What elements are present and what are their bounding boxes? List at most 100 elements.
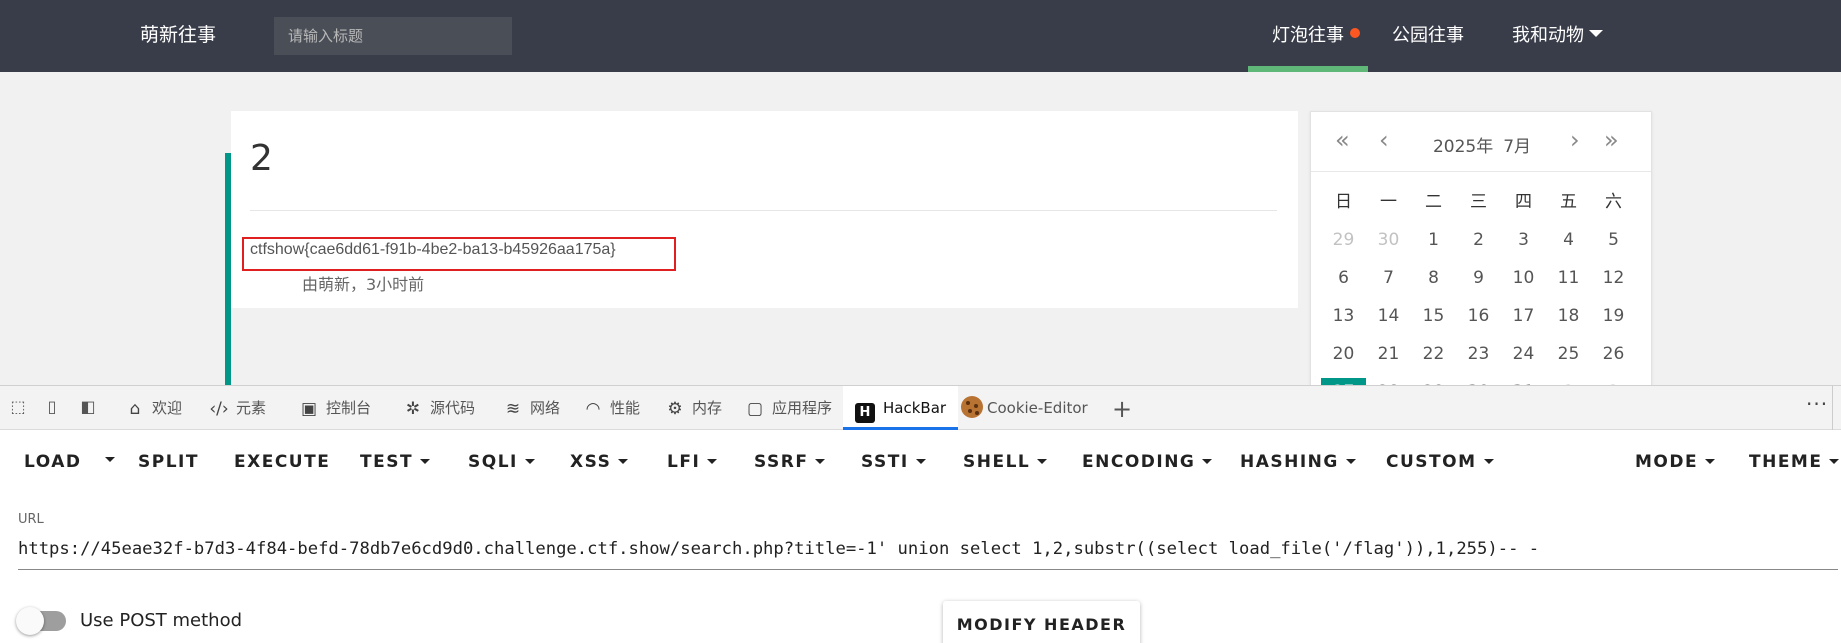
- chevron-down-icon: [1345, 459, 1356, 464]
- calendar-day[interactable]: 6: [1321, 264, 1366, 302]
- theme-menu[interactable]: THEME: [1749, 452, 1840, 472]
- tab-console[interactable]: ▣ 控制台: [298, 386, 371, 430]
- calendar-day[interactable]: 14: [1366, 302, 1411, 340]
- calendar-day[interactable]: 9: [1456, 264, 1501, 302]
- tab-elements[interactable]: ‹/› 元素: [208, 386, 266, 430]
- chevron-down-icon: [618, 459, 629, 464]
- calendar-day[interactable]: 16: [1456, 302, 1501, 340]
- load-button[interactable]: LOAD: [24, 452, 82, 472]
- calendar-day[interactable]: 1: [1411, 226, 1456, 264]
- split-button[interactable]: SPLIT: [138, 452, 199, 472]
- calendar-day[interactable]: 12: [1591, 264, 1636, 302]
- tab-performance[interactable]: ◠ 性能: [582, 386, 640, 430]
- calendar-day[interactable]: 11: [1546, 264, 1591, 302]
- weekday-label: 二: [1425, 192, 1442, 212]
- post-title: 2: [250, 138, 273, 179]
- calendar-year-month[interactable]: 2025年 7月: [1311, 132, 1651, 157]
- toggle-knob: [16, 607, 44, 635]
- calendar-day[interactable]: 4: [1546, 226, 1591, 264]
- top-nav: 萌新往事 灯泡往事 公园往事 我和动物: [0, 0, 1841, 72]
- calendar-day[interactable]: 20: [1321, 340, 1366, 378]
- calendar-week-row: 20 21 22 23 24 25 26: [1321, 340, 1641, 378]
- test-menu[interactable]: TEST: [360, 452, 431, 472]
- modify-header-button[interactable]: MODIFY HEADER: [943, 601, 1140, 643]
- custom-menu[interactable]: CUSTOM: [1386, 452, 1494, 472]
- add-tab-icon[interactable]: +: [1112, 395, 1132, 423]
- mode-menu[interactable]: MODE: [1635, 452, 1716, 472]
- calendar-month[interactable]: 7月: [1503, 137, 1531, 157]
- load-dropdown[interactable]: [98, 450, 115, 470]
- post-method-toggle[interactable]: [16, 607, 66, 635]
- search-input[interactable]: [274, 17, 512, 55]
- calendar-week-row: 6 7 8 9 10 11 12: [1321, 264, 1641, 302]
- calendar-day[interactable]: 30: [1366, 226, 1411, 264]
- calendar-day[interactable]: 7: [1366, 264, 1411, 302]
- inspect-icon[interactable]: ⬚: [6, 396, 30, 418]
- bug-icon: ✲: [405, 399, 421, 419]
- execute-button[interactable]: EXECUTE: [234, 452, 330, 472]
- sqli-menu[interactable]: SQLI: [468, 452, 535, 472]
- calendar-day[interactable]: 10: [1501, 264, 1546, 302]
- nav-item-bulb[interactable]: 灯泡往事: [1272, 21, 1344, 47]
- tab-application[interactable]: ▢ 应用程序: [744, 386, 832, 430]
- calendar-day[interactable]: 3: [1501, 226, 1546, 264]
- weekday-label: 六: [1605, 192, 1622, 212]
- calendar-day[interactable]: 26: [1591, 340, 1636, 378]
- dock-icon[interactable]: ◧: [76, 396, 100, 418]
- cookie-icon: [961, 396, 983, 418]
- calendar-year[interactable]: 2025年: [1433, 137, 1493, 157]
- chevron-down-icon: [1829, 459, 1840, 464]
- post-meta: 由萌新，3小时前: [302, 275, 425, 294]
- divider: [250, 210, 1277, 211]
- double-chevron-right-icon[interactable]: »: [1604, 126, 1619, 154]
- nav-item-animal[interactable]: 我和动物: [1512, 21, 1584, 47]
- device-emulation-icon[interactable]: ▯: [40, 396, 64, 418]
- xss-menu[interactable]: XSS: [570, 452, 629, 472]
- calendar-day[interactable]: 18: [1546, 302, 1591, 340]
- devtools-tabbar: ⬚ ▯ ◧ ⌂ 欢迎 ‹/› 元素 ▣ 控制台 ✲ 源代码 ≋ 网络 ◠ 性能 ⚙ 内存 ▢ 应…: [0, 386, 1841, 430]
- tab-sources[interactable]: ✲ 源代码: [402, 386, 475, 430]
- calendar-day[interactable]: 15: [1411, 302, 1456, 340]
- calendar-day[interactable]: 25: [1546, 340, 1591, 378]
- window-icon: ▢: [746, 399, 764, 419]
- calendar-day[interactable]: 23: [1456, 340, 1501, 378]
- nav-item-park[interactable]: 公园往事: [1392, 21, 1464, 47]
- chevron-down-icon: [105, 457, 115, 462]
- chevron-down-icon: [707, 459, 718, 464]
- weekday-label: 四: [1515, 192, 1532, 212]
- calendar-day[interactable]: 2: [1456, 226, 1501, 264]
- notification-dot: [1350, 28, 1360, 38]
- tab-welcome[interactable]: ⌂ 欢迎: [124, 386, 182, 430]
- calendar-day[interactable]: 29: [1321, 226, 1366, 264]
- calendar-day[interactable]: 19: [1591, 302, 1636, 340]
- encoding-menu[interactable]: ENCODING: [1082, 452, 1213, 472]
- more-options-icon[interactable]: ···: [1806, 392, 1828, 416]
- calendar-day[interactable]: 13: [1321, 302, 1366, 340]
- hashing-menu[interactable]: HASHING: [1240, 452, 1356, 472]
- calendar-week-row: 29 30 1 2 3 4 5: [1321, 226, 1641, 264]
- tab-hackbar[interactable]: H HackBar: [843, 386, 959, 430]
- calendar-day[interactable]: 8: [1411, 264, 1456, 302]
- active-nav-underline: [1248, 66, 1368, 72]
- tab-memory[interactable]: ⚙ 内存: [664, 386, 722, 430]
- calendar-day[interactable]: 17: [1501, 302, 1546, 340]
- chevron-down-icon: [1202, 459, 1213, 464]
- chevron-down-icon: [420, 459, 431, 464]
- code-icon: ‹/›: [209, 399, 229, 419]
- calendar-day[interactable]: 5: [1591, 226, 1636, 264]
- lfi-menu[interactable]: LFI: [667, 452, 718, 472]
- chevron-right-icon[interactable]: ›: [1570, 126, 1580, 154]
- calendar-day[interactable]: 24: [1501, 340, 1546, 378]
- chevron-down-icon[interactable]: [1589, 30, 1603, 37]
- home-icon: ⌂: [129, 399, 141, 419]
- weekday-label: 日: [1335, 192, 1352, 212]
- tab-cookie-editor[interactable]: Cookie-Editor: [961, 386, 1088, 430]
- shell-menu[interactable]: SHELL: [963, 452, 1048, 472]
- ssrf-menu[interactable]: SSRF: [754, 452, 826, 472]
- ssti-menu[interactable]: SSTI: [861, 452, 926, 472]
- tab-network[interactable]: ≋ 网络: [502, 386, 560, 430]
- url-input[interactable]: https://45eae32f-b7d3-4f84-befd-78db7e6c…: [18, 532, 1838, 570]
- calendar-day[interactable]: 22: [1411, 340, 1456, 378]
- brand-logo[interactable]: 萌新往事: [140, 20, 216, 47]
- calendar-day[interactable]: 21: [1366, 340, 1411, 378]
